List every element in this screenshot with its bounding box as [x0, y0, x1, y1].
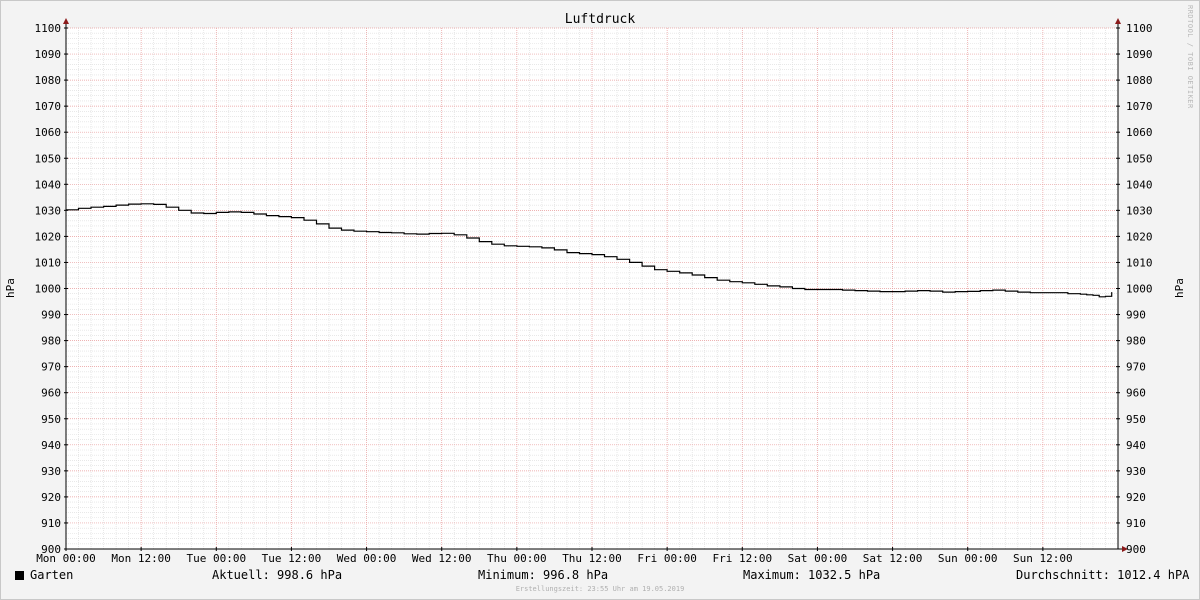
- y-tick-label-right: 980: [1126, 335, 1146, 348]
- y-tick-label-right: 1020: [1126, 230, 1153, 243]
- y-tick-label-left: 1000: [35, 283, 62, 296]
- y-tick-label-right: 900: [1126, 543, 1146, 556]
- y-tick-label-right: 1070: [1126, 100, 1153, 113]
- y-tick-label-left: 990: [41, 309, 61, 322]
- chart-canvas: 900 910 920 930 940 950 960 970 980 990 1000 1010 10…: [4, 12, 1186, 565]
- x-tick-label: Fri 12:00: [712, 552, 772, 565]
- legend-series-name: Garten: [30, 568, 74, 582]
- x-tick-label: Wed 12:00: [412, 552, 472, 565]
- y-tick-label-right: 950: [1126, 413, 1146, 426]
- legend-average: Durchschnitt: 1012.4 hPA: [1016, 568, 1190, 582]
- y-tick-label-right: 940: [1126, 439, 1146, 452]
- y-tick-label-left: 940: [41, 439, 61, 452]
- y-tick-label-left: 1020: [35, 230, 62, 243]
- x-tick-label: Thu 00:00: [487, 552, 547, 565]
- watermark: RRDTOOL / TOBI OETIKER: [1186, 5, 1194, 109]
- x-tick-label: Tue 12:00: [262, 552, 322, 565]
- y-tick-label-right: 1090: [1126, 48, 1153, 61]
- x-tick-label: Wed 00:00: [337, 552, 397, 565]
- y-tick-label-right: 1040: [1126, 178, 1153, 191]
- y-tick-label-left: 960: [41, 387, 61, 400]
- legend-swatch: [15, 571, 24, 580]
- y-axis-label-left: hPa: [4, 278, 17, 298]
- y-tick-label-right: 970: [1126, 361, 1146, 374]
- y-tick-label-right: 1050: [1126, 152, 1153, 165]
- x-tick-label: Mon 00:00: [36, 552, 96, 565]
- legend-current: Aktuell: 998.6 hPa: [212, 568, 343, 582]
- y-tick-label-right: 910: [1126, 517, 1146, 530]
- legend-minimum: Minimum: 996.8 hPa: [478, 568, 609, 582]
- y-tick-label-right: 1060: [1126, 126, 1153, 139]
- legend-series: Garten: [15, 568, 73, 582]
- y-tick-label-left: 1030: [35, 204, 62, 217]
- chart-title: Luftdruck: [565, 12, 636, 27]
- y-tick-label-right: 1100: [1126, 22, 1153, 35]
- y-tick-label-left: 1060: [35, 126, 62, 139]
- footer-timestamp: Erstellungszeit: 23:55 Uhr am 19.05.2019: [515, 585, 685, 593]
- y-axis-left-arrow: [63, 18, 69, 24]
- y-tick-label-right: 990: [1126, 309, 1146, 322]
- y-tick-label-left: 1090: [35, 48, 62, 61]
- y-tick-label-left: 930: [41, 465, 61, 478]
- y-tick-label-left: 920: [41, 491, 61, 504]
- y-tick-label-left: 910: [41, 517, 61, 530]
- x-tick-label: Fri 00:00: [637, 552, 697, 565]
- x-tick-label: Sat 00:00: [788, 552, 848, 565]
- y-tick-label-left: 980: [41, 335, 61, 348]
- x-tick-label: Mon 12:00: [111, 552, 171, 565]
- y-tick-label-right: 920: [1126, 491, 1146, 504]
- x-tick-labels: Mon 00:00 Mon 12:00 Tue 00:00 Tue 12:00 Wed …: [36, 552, 1072, 565]
- y-tick-label-left: 1010: [35, 256, 62, 269]
- x-tick-label: Thu 12:00: [562, 552, 622, 565]
- y-tick-label-right: 1010: [1126, 256, 1153, 269]
- y-tick-labels-right: 900 910 920 930 940 950 960 970 980 990 1000 1010 10…: [1126, 22, 1153, 556]
- y-tick-label-right: 930: [1126, 465, 1146, 478]
- y-tick-label-left: 970: [41, 361, 61, 374]
- y-tick-label-left: 1040: [35, 178, 62, 191]
- y-tick-label-right: 1030: [1126, 204, 1153, 217]
- y-tick-label-left: 1100: [35, 22, 62, 35]
- y-tick-label-left: 950: [41, 413, 61, 426]
- y-tick-label-left: 1050: [35, 152, 62, 165]
- y-tick-labels-left: 9009109209309409509609709809901000101010…: [35, 22, 62, 556]
- y-tick-label-right: 1080: [1126, 74, 1153, 87]
- x-tick-label: Sat 12:00: [863, 552, 923, 565]
- legend-maximum: Maximum: 1032.5 hPa: [743, 568, 881, 582]
- x-tick-label: Sun 12:00: [1013, 552, 1073, 565]
- y-axis-right-arrow: [1115, 18, 1121, 24]
- y-tick-label-right: 1000: [1126, 283, 1153, 296]
- y-axis-label-right: hPa: [1173, 278, 1186, 298]
- x-tick-label: Sun 00:00: [938, 552, 998, 565]
- y-tick-label-left: 1080: [35, 74, 62, 87]
- x-tick-label: Tue 00:00: [186, 552, 246, 565]
- y-tick-label-right: 960: [1126, 387, 1146, 400]
- y-tick-label-left: 1070: [35, 100, 62, 113]
